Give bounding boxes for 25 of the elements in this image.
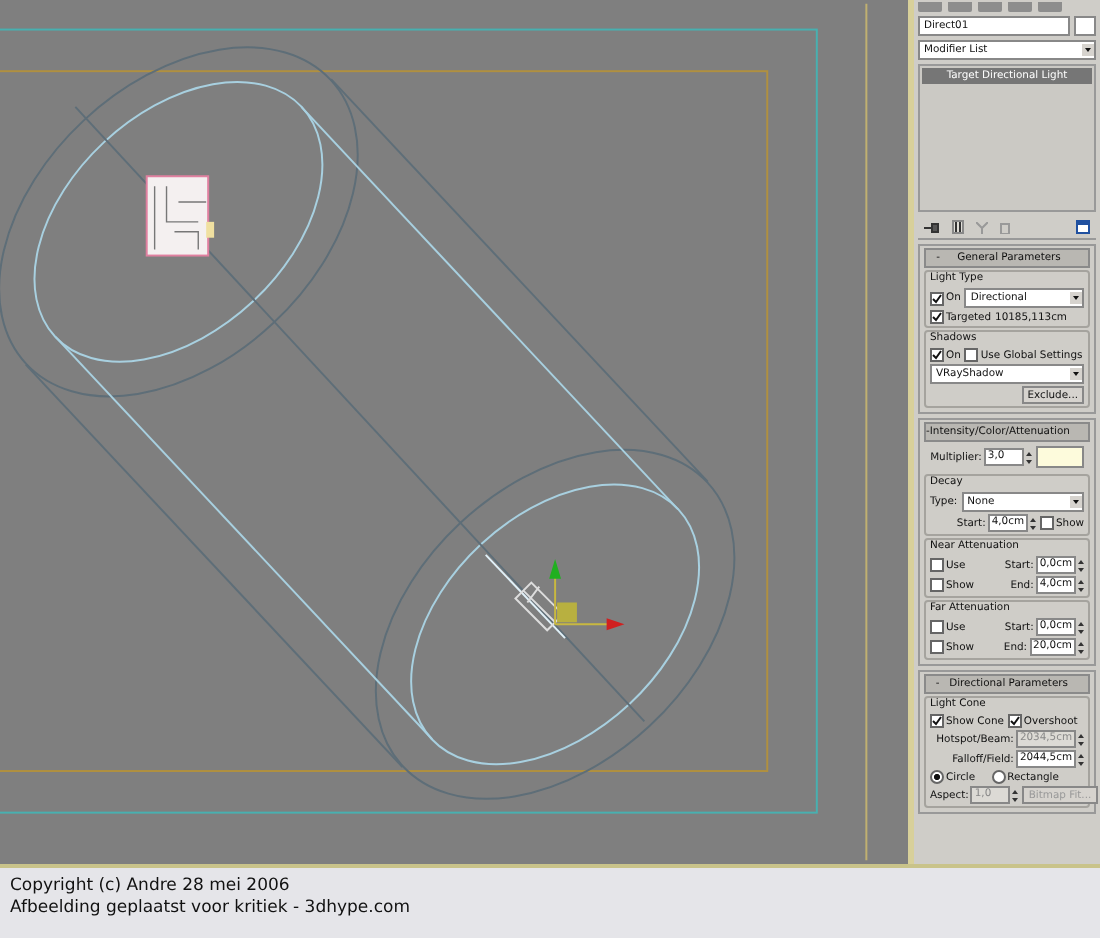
color-swatch[interactable] [1036, 446, 1084, 468]
pipe-icon[interactable] [952, 220, 964, 234]
checkmark-icon [932, 350, 942, 360]
spinner-arrows-icon[interactable] [1078, 619, 1084, 635]
checkmark-icon [932, 716, 942, 726]
floor-plan-drawing [145, 175, 215, 257]
spinner-arrows-icon[interactable] [1025, 449, 1032, 465]
spinner-arrows-icon[interactable] [1078, 577, 1084, 593]
object-color-swatch[interactable] [1074, 16, 1096, 36]
configure-icon[interactable] [1076, 220, 1090, 234]
dropdown-arrow-icon [1070, 292, 1082, 304]
caption-text: Afbeelding geplaatst voor kritiek - 3dhype.com [10, 898, 412, 918]
spinner-arrows-icon[interactable] [1078, 557, 1084, 573]
checkmark-icon [1009, 716, 1020, 726]
dropdown-arrow-icon [1070, 368, 1082, 380]
spinner-arrows-icon[interactable] [1078, 751, 1084, 767]
dropdown-arrow-icon [1082, 44, 1094, 56]
spinner-arrows-icon[interactable] [1078, 731, 1084, 747]
dropdown-arrow-icon [1070, 496, 1082, 508]
caption-text: Copyright (c) Andre 28 mei 2006 [10, 876, 292, 896]
spinner-arrows-icon[interactable] [1012, 787, 1019, 803]
transform-gizmo-drawing [514, 558, 625, 632]
pin-icon[interactable] [924, 221, 940, 233]
spinner-arrows-icon[interactable] [1078, 639, 1084, 655]
spinner-arrows-icon[interactable] [1030, 515, 1036, 531]
